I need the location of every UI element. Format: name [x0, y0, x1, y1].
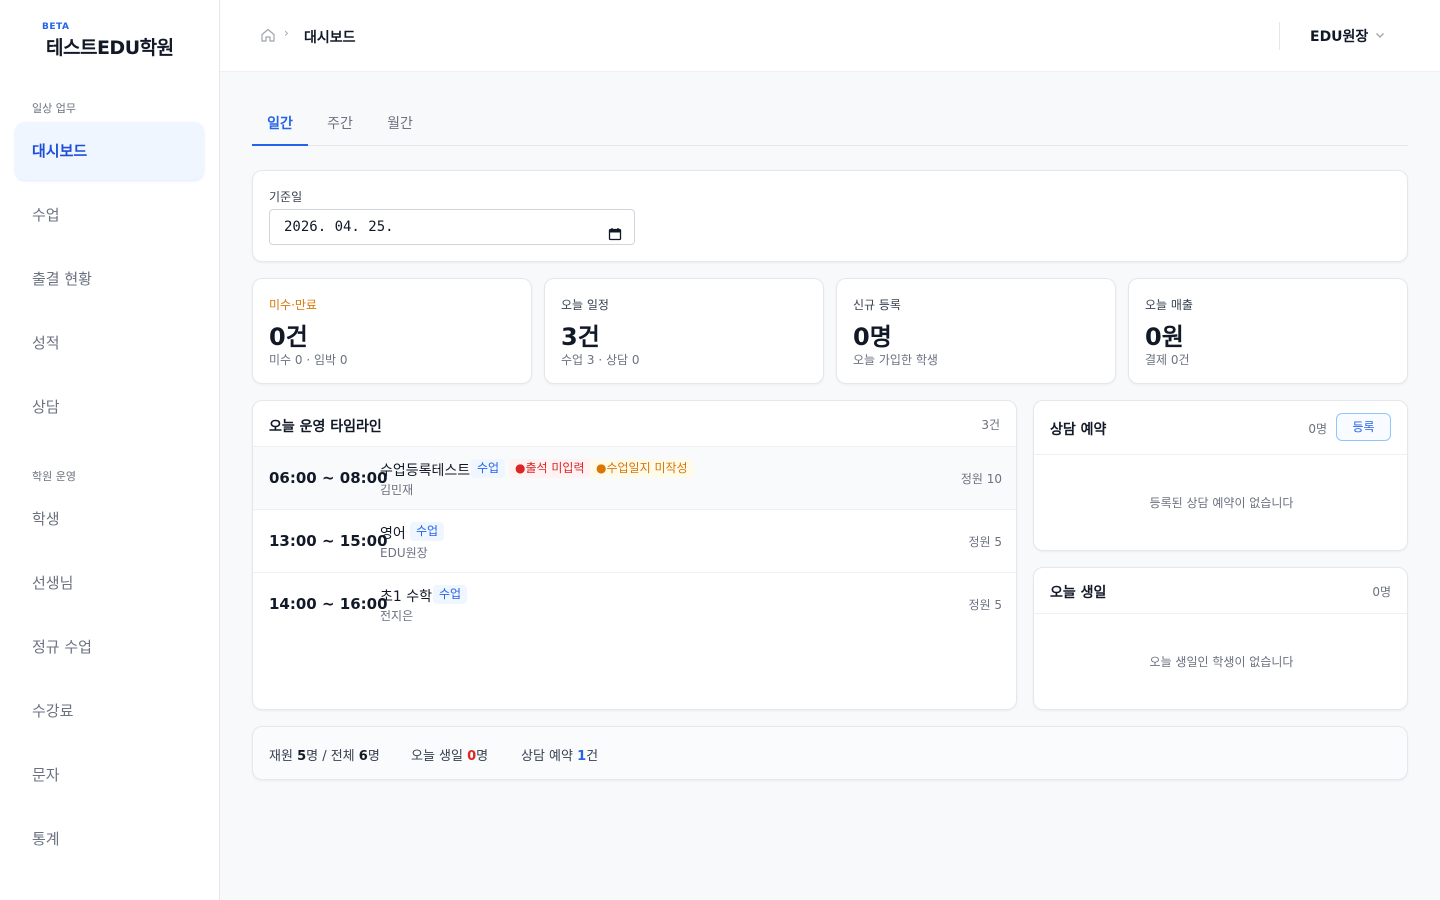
sidebar-item-teachers[interactable]: 선생님	[15, 554, 204, 612]
sidebar-item-students[interactable]: 학생	[15, 490, 204, 548]
summary-unit: 명 / 전체	[306, 749, 355, 764]
date-input[interactable]: 2026. 04. 25.	[269, 209, 635, 245]
date-label: 기준일	[269, 190, 303, 204]
tab-daily[interactable]: 일간	[252, 104, 308, 146]
capacity: 정원 5	[968, 598, 1002, 612]
timeline-time: 13:00 ~ 15:00	[269, 532, 388, 550]
sidebar-item-classes[interactable]: 수업	[15, 186, 204, 244]
class-type-badge: 수업	[471, 459, 506, 478]
timeline-card: 오늘 운영 타임라인 3건 06:00 ~ 08:00 수업등록테스트 수업 ●…	[252, 400, 1017, 710]
sidebar-item-messages[interactable]: 문자	[15, 746, 204, 804]
sidebar-item-consulting[interactable]: 상담	[15, 378, 204, 436]
tab-weekly[interactable]: 주간	[316, 104, 364, 146]
stat-label: 오늘 일정	[561, 298, 609, 312]
calendar-icon[interactable]	[608, 220, 622, 241]
date-filter-card: 기준일 2026. 04. 25.	[252, 170, 1408, 262]
capacity: 정원 10	[960, 472, 1002, 486]
sidebar-item-regular-classes[interactable]: 정규 수업	[15, 618, 204, 676]
chevron-down-icon[interactable]	[1374, 29, 1386, 41]
sidebar-item-dashboard[interactable]: 대시보드	[15, 122, 204, 180]
breadcrumb-current: 대시보드	[304, 30, 356, 46]
consult-empty-message: 등록된 상담 예약이 없습니다	[1149, 496, 1294, 510]
divider	[1034, 613, 1407, 614]
stat-sub: 오늘 가입한 학생	[853, 353, 938, 367]
stat-label: 오늘 매출	[1145, 298, 1193, 312]
stat-card-revenue[interactable]: 오늘 매출 0원 결제 0건	[1128, 278, 1408, 384]
beta-badge: BETA	[42, 22, 70, 32]
header-divider	[1279, 22, 1280, 50]
timeline-time: 14:00 ~ 16:00	[269, 595, 388, 613]
period-tabs: 일간 주간 월간	[252, 104, 1408, 146]
date-value: 2026. 04. 25.	[284, 219, 394, 235]
stat-card-new-enrollment[interactable]: 신규 등록 0명 오늘 가입한 학생	[836, 278, 1116, 384]
summary-unit: 건	[586, 749, 599, 764]
stat-label: 신규 등록	[853, 298, 901, 312]
stat-sub: 미수 0 · 임박 0	[269, 353, 348, 367]
capacity: 정원 5	[968, 535, 1002, 549]
attendance-missing-badge[interactable]: ●출석 미입력	[509, 459, 591, 478]
summary-enrolled: 재원 5명 / 전체 6명	[269, 745, 380, 764]
summary-consult: 상담 예약 1건	[521, 745, 598, 764]
user-menu[interactable]: EDU원장	[1310, 26, 1368, 46]
summary-label: 오늘 생일	[411, 749, 463, 764]
timeline-title: 오늘 운영 타임라인	[269, 419, 382, 435]
sidebar-item-grades[interactable]: 성적	[15, 314, 204, 372]
nav-section-daily: 일상 업무	[32, 102, 76, 115]
sidebar: BETA 테스트EDU학원 일상 업무 대시보드 수업 출결 현황 성적 상담 …	[0, 0, 220, 900]
brand-logo[interactable]: BETA 테스트EDU학원	[42, 22, 174, 60]
summary-unit: 명	[367, 749, 380, 764]
class-name: 영어	[380, 526, 406, 542]
tab-monthly[interactable]: 월간	[376, 104, 424, 146]
consult-count: 0명	[1308, 422, 1327, 436]
academy-name: 테스트EDU학원	[46, 37, 174, 59]
sidebar-item-tuition[interactable]: 수강료	[15, 682, 204, 740]
stat-value: 3건	[561, 323, 600, 351]
class-type-badge: 수업	[410, 522, 445, 541]
breadcrumb-chevron-icon: ›	[284, 26, 289, 40]
summary-value: 0	[467, 749, 477, 764]
summary-unit: 명	[476, 749, 489, 764]
consult-title: 상담 예약	[1050, 422, 1107, 438]
divider	[1034, 454, 1407, 455]
timeline-row[interactable]: 14:00 ~ 16:00 초1 수학 수업 전지은 정원 5	[253, 572, 1016, 635]
summary-birthday: 오늘 생일 0명	[411, 745, 488, 764]
stat-label: 미수·만료	[269, 298, 317, 312]
teacher-name: 김민재	[380, 483, 414, 497]
class-name: 수업등록테스트	[380, 463, 471, 479]
sidebar-item-attendance[interactable]: 출결 현황	[15, 250, 204, 308]
stat-card-schedule[interactable]: 오늘 일정 3건 수업 3 · 상담 0	[544, 278, 824, 384]
timeline-row[interactable]: 06:00 ~ 08:00 수업등록테스트 수업 ●출석 미입력 ●수업일지 미…	[253, 446, 1016, 509]
timeline-count: 3건	[981, 418, 1000, 432]
birthday-title: 오늘 생일	[1050, 585, 1107, 601]
timeline-time: 06:00 ~ 08:00	[269, 469, 388, 487]
class-name: 초1 수학	[380, 589, 432, 605]
journal-missing-badge[interactable]: ●수업일지 미작성	[590, 459, 694, 478]
teacher-name: EDU원장	[380, 546, 428, 560]
nav-section-operations: 학원 운영	[32, 470, 76, 483]
summary-value: 1	[577, 749, 587, 764]
sidebar-item-statistics[interactable]: 통계	[15, 810, 204, 868]
summary-label: 재원	[269, 749, 293, 764]
class-type-badge: 수업	[433, 585, 468, 604]
summary-label: 상담 예약	[521, 749, 573, 764]
stat-card-unpaid[interactable]: 미수·만료 0건 미수 0 · 임박 0	[252, 278, 532, 384]
home-icon[interactable]	[260, 27, 276, 43]
birthday-count: 0명	[1372, 585, 1391, 599]
birthday-card: 오늘 생일 0명 오늘 생일인 학생이 없습니다	[1033, 567, 1408, 710]
top-header: › 대시보드 EDU원장	[220, 0, 1440, 72]
stat-value: 0명	[853, 323, 892, 351]
summary-value: 5	[297, 749, 307, 764]
birthday-empty-message: 오늘 생일인 학생이 없습니다	[1149, 655, 1294, 669]
register-button[interactable]: 등록	[1336, 413, 1391, 441]
teacher-name: 전지은	[380, 609, 414, 623]
timeline-row[interactable]: 13:00 ~ 15:00 영어 수업 EDU원장 정원 5	[253, 509, 1016, 572]
stat-sub: 수업 3 · 상담 0	[561, 353, 640, 367]
stat-value: 0건	[269, 323, 308, 351]
stat-value: 0원	[1145, 323, 1184, 351]
consult-reservation-card: 상담 예약 0명 등록 등록된 상담 예약이 없습니다	[1033, 400, 1408, 551]
summary-value: 6	[358, 749, 368, 764]
stat-sub: 결제 0건	[1145, 353, 1190, 367]
summary-bar: 재원 5명 / 전체 6명 오늘 생일 0명 상담 예약 1건	[252, 726, 1408, 780]
